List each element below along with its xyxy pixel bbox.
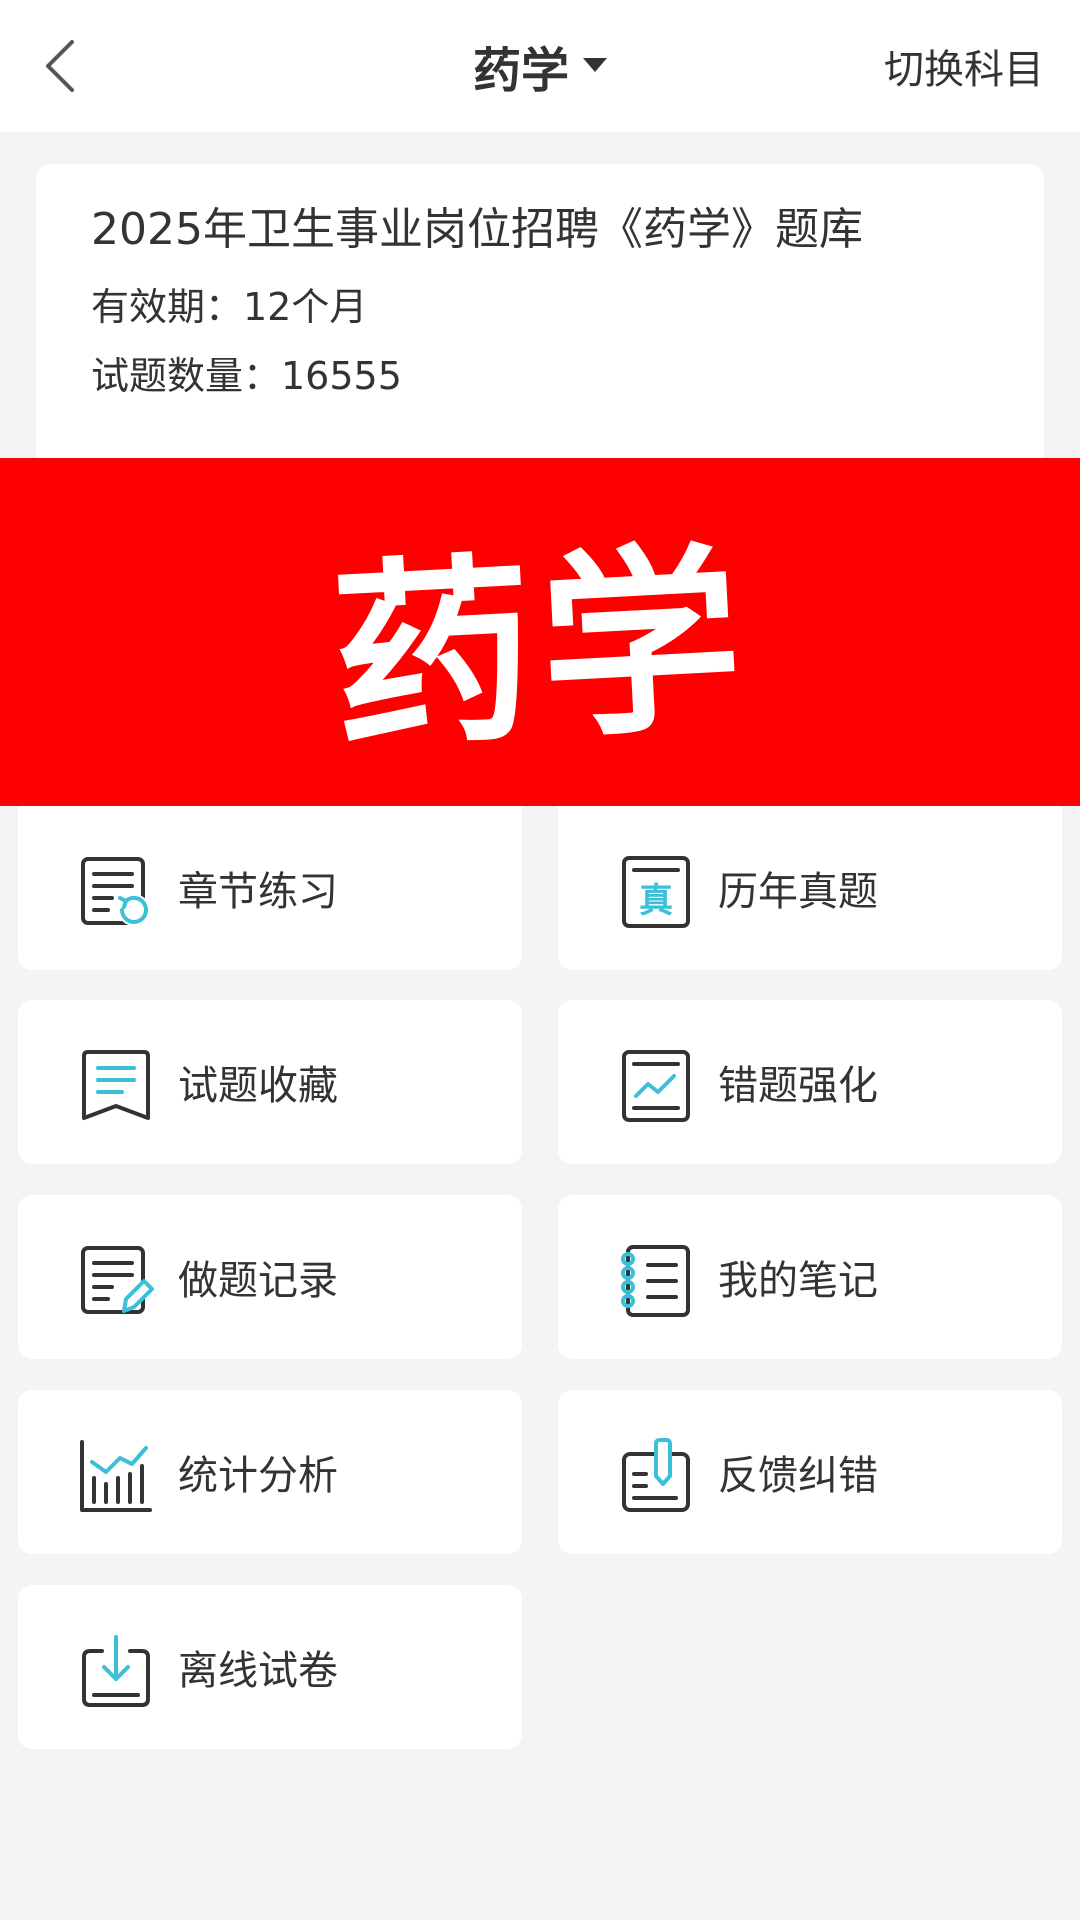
caret-down-icon	[583, 58, 607, 72]
chapter-practice-icon	[81, 857, 150, 926]
menu-item-label: 统计分析	[178, 1453, 338, 1499]
menu-item-label: 我的笔记	[718, 1258, 878, 1304]
menu-item-past-exams[interactable]: 真 历年真题	[558, 806, 1062, 970]
question-bank-title: 2025年卫生事业岗位招聘《药学》题库	[91, 204, 863, 255]
menu-item-label: 试题收藏	[178, 1063, 338, 1109]
top-bar: 药学 切换科目	[0, 0, 1080, 132]
page-title: 药学	[472, 43, 569, 99]
statistics-icon	[80, 1440, 152, 1512]
banner-text: 药学	[327, 523, 755, 778]
menu-item-feedback[interactable]: 反馈纠错	[558, 1390, 1062, 1554]
past-exams-icon: 真	[622, 856, 690, 928]
menu-item-history[interactable]: 做题记录	[18, 1195, 522, 1359]
menu-item-label: 错题强化	[718, 1063, 878, 1109]
menu-item-bookmarks[interactable]: 试题收藏	[18, 1000, 522, 1164]
wrong-question-icon	[622, 1050, 690, 1122]
menu-item-label: 反馈纠错	[718, 1453, 878, 1499]
menu-item-statistics[interactable]: 统计分析	[18, 1390, 522, 1554]
svg-text:真: 真	[639, 881, 673, 921]
feedback-icon	[622, 1438, 690, 1512]
menu-item-label: 离线试卷	[178, 1648, 338, 1694]
menu-item-wrong-questions[interactable]: 错题强化	[558, 1000, 1062, 1164]
menu-item-chapter-practice[interactable]: 章节练习	[18, 806, 522, 970]
menu-item-my-notes[interactable]: 我的笔记	[558, 1195, 1062, 1359]
menu-item-label: 章节练习	[178, 869, 338, 915]
menu-item-label: 历年真题	[718, 869, 878, 915]
download-icon	[82, 1635, 150, 1707]
question-count: 试题数量：16555	[91, 354, 402, 399]
menu-item-offline-papers[interactable]: 离线试卷	[18, 1585, 522, 1749]
menu-item-label: 做题记录	[178, 1258, 338, 1304]
subject-banner: 药学	[0, 458, 1080, 806]
notes-icon	[621, 1245, 690, 1317]
validity-period: 有效期：12个月	[91, 284, 368, 329]
switch-subject-button[interactable]: 切换科目	[884, 0, 1044, 132]
question-bank-info-card: 2025年卫生事业岗位招聘《药学》题库 有效期：12个月 试题数量：16555	[36, 164, 1044, 464]
bookmark-icon	[82, 1050, 150, 1120]
record-icon	[81, 1246, 154, 1314]
